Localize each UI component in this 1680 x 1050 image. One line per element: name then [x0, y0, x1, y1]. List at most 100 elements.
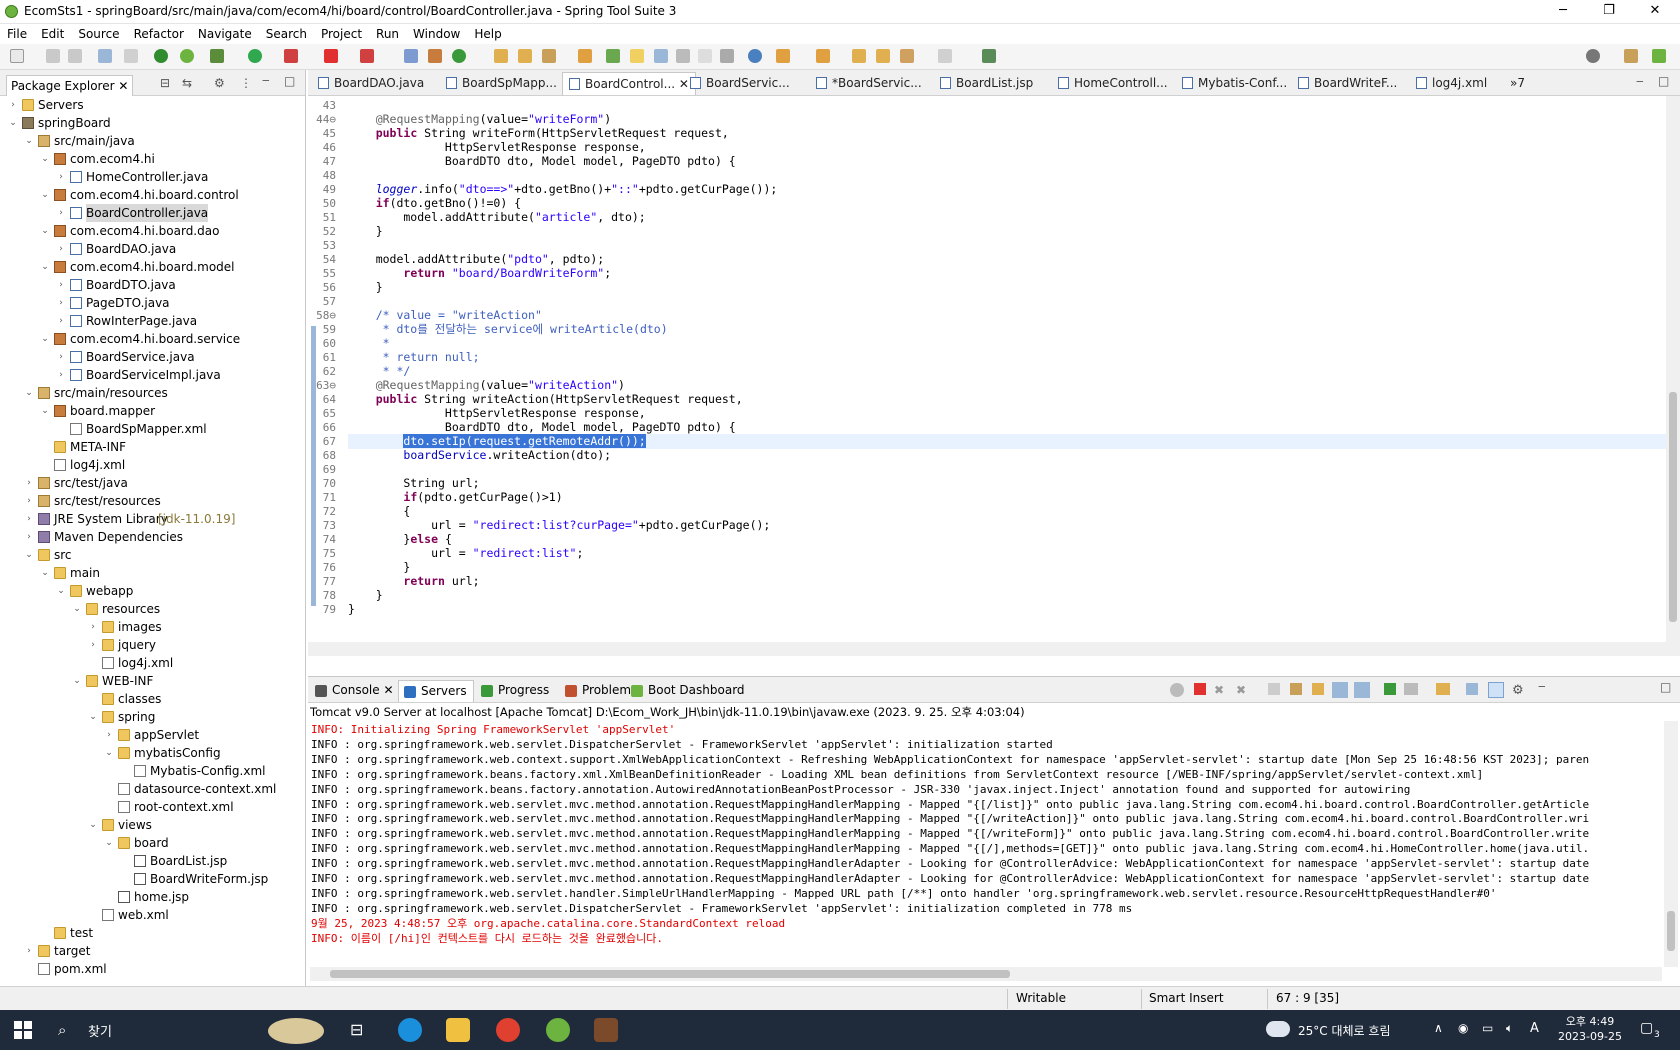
chevron-down-icon[interactable]: ⌄	[88, 816, 98, 834]
tree-item[interactable]: ⌄ com.ecom4.hi.board.control	[0, 186, 305, 204]
chevron-right-icon[interactable]: ›	[88, 618, 98, 636]
task-view-icon[interactable]: ⊟	[350, 1020, 363, 1039]
chevron-right-icon[interactable]: ›	[24, 492, 34, 510]
tree-item[interactable]: META-INF	[0, 438, 305, 456]
code-line[interactable]: }	[348, 224, 383, 239]
filters-icon[interactable]: ⚙	[214, 76, 225, 90]
tree-item[interactable]: ⌄ spring	[0, 708, 305, 726]
tree-item[interactable]: ⌄ WEB-INF	[0, 672, 305, 690]
chevron-right-icon[interactable]: ›	[56, 348, 66, 366]
tree-item[interactable]: Mybatis-Config.xml	[0, 762, 305, 780]
open-web-browser-icon[interactable]	[748, 49, 762, 63]
chrome-browser-icon[interactable]	[496, 1018, 520, 1042]
maximize-button[interactable]: ❐	[1586, 0, 1632, 24]
show-console-stdout-icon[interactable]	[1332, 682, 1348, 698]
tree-item[interactable]: ⌄ views	[0, 816, 305, 834]
tree-item[interactable]: ⌄ src/main/resources	[0, 384, 305, 402]
code-line[interactable]: * dto를 전달하는 service에 writeArticle(dto)	[348, 322, 668, 337]
tree-item[interactable]: BoardWriteForm.jsp	[0, 870, 305, 888]
console-tab-boot-dashboard[interactable]: Boot Dashboard	[626, 680, 751, 702]
editor-tab[interactable]: *BoardServic...	[810, 72, 930, 95]
tree-item[interactable]: ⌄ resources	[0, 600, 305, 618]
java-perspective-icon[interactable]	[1624, 49, 1638, 63]
file-explorer-icon[interactable]	[446, 1018, 470, 1042]
clock-time[interactable]: 오후 4:49	[1560, 1013, 1620, 1029]
camera-icon[interactable]: ◉	[1458, 1021, 1468, 1035]
editor-tab[interactable]: BoardSpMapp...	[440, 72, 565, 95]
chevron-down-icon[interactable]: ⌄	[40, 564, 50, 582]
tree-item[interactable]: › BoardDTO.java	[0, 276, 305, 294]
tree-item[interactable]: log4j.xml	[0, 654, 305, 672]
forward-history-icon[interactable]	[876, 49, 890, 63]
code-line[interactable]: model.addAttribute("article", dto);	[348, 210, 645, 225]
editor-horizontal-scrollbar[interactable]	[308, 642, 1666, 656]
editor-tab[interactable]: BoardControl... ✕	[562, 72, 696, 95]
menu-window[interactable]: Window	[406, 24, 467, 44]
console-horizontal-scrollbar[interactable]	[310, 967, 1662, 981]
console-scroll-thumb[interactable]	[1667, 911, 1675, 951]
tree-item[interactable]: pom.xml	[0, 960, 305, 978]
java-code-editor[interactable]: 43 44⊖ 45 46 47 48 49 50 51 52 53 54 55 56 57 58⊖ 59 60 61…	[308, 96, 1666, 656]
chevron-right-icon[interactable]: ›	[24, 510, 34, 528]
forward-icon[interactable]	[938, 49, 952, 63]
editor-tab[interactable]: »7	[1504, 72, 1533, 95]
next-annotation-icon[interactable]	[776, 49, 790, 63]
code-line[interactable]: HttpServletResponse response,	[348, 406, 646, 421]
tree-item[interactable]: ⌄ main	[0, 564, 305, 582]
tree-item[interactable]: log4j.xml	[0, 456, 305, 474]
editor-tab[interactable]: log4j.xml	[1410, 72, 1495, 95]
collapse-all-icon[interactable]: ⊟	[160, 76, 170, 90]
terminal-icon[interactable]	[98, 49, 112, 63]
view-menu-icon[interactable]: ⋮	[240, 76, 252, 90]
editor-tab[interactable]: BoardDAO.java	[312, 72, 432, 95]
chevron-right-icon[interactable]: ›	[8, 96, 18, 114]
weather-text[interactable]: 25°C 대체로 흐림	[1298, 1022, 1390, 1039]
debug-icon[interactable]	[210, 49, 224, 63]
code-line[interactable]: HttpServletResponse response,	[348, 140, 646, 155]
scroll-lock-icon[interactable]	[1290, 683, 1302, 695]
remove-all-terminated-icon[interactable]: ✖	[1236, 683, 1246, 697]
tree-item[interactable]: › BoardService.java	[0, 348, 305, 366]
boot-run-icon[interactable]	[154, 49, 168, 63]
tree-item[interactable]: › PageDTO.java	[0, 294, 305, 312]
editor-tab[interactable]: Mybatis-Conf...	[1176, 72, 1295, 95]
code-line[interactable]: boardService.writeAction(dto);	[348, 448, 611, 463]
chevron-right-icon[interactable]: ›	[24, 942, 34, 960]
tree-item[interactable]: BoardSpMapper.xml	[0, 420, 305, 438]
chevron-right-icon[interactable]: ›	[56, 276, 66, 294]
previous-annotation-icon[interactable]	[816, 49, 830, 63]
chevron-down-icon[interactable]: ⌄	[104, 834, 114, 852]
chevron-down-icon[interactable]: ⌄	[104, 744, 114, 762]
word-wrap-icon[interactable]	[676, 49, 690, 63]
tree-item[interactable]: › src/test/resources	[0, 492, 305, 510]
code-line[interactable]: public String writeForm(HttpServletReque…	[348, 126, 729, 141]
tree-item[interactable]: › HomeController.java	[0, 168, 305, 186]
code-line[interactable]: @RequestMapping(value="writeAction")	[348, 378, 625, 393]
pin-console-icon[interactable]	[1384, 683, 1396, 695]
new-icon[interactable]	[10, 49, 24, 63]
close-icon[interactable]: ✕	[118, 79, 128, 93]
code-line[interactable]: @RequestMapping(value="writeForm")	[348, 112, 611, 127]
chevron-right-icon[interactable]: ›	[88, 636, 98, 654]
code-line[interactable]: url = "redirect:list";	[348, 546, 583, 561]
tree-item[interactable]: root-context.xml	[0, 798, 305, 816]
menu-navigate[interactable]: Navigate	[191, 24, 259, 44]
back-icon[interactable]	[900, 49, 914, 63]
tree-item[interactable]: › src/test/java	[0, 474, 305, 492]
link-console-icon[interactable]	[1170, 683, 1184, 697]
chevron-down-icon[interactable]: ⌄	[24, 132, 34, 150]
open-type-icon[interactable]	[494, 49, 508, 63]
editor-scroll-thumb[interactable]	[1669, 392, 1677, 622]
new-class-icon[interactable]	[452, 49, 466, 63]
menu-project[interactable]: Project	[314, 24, 369, 44]
chevron-down-icon[interactable]: ⌄	[8, 114, 18, 132]
tree-item[interactable]: test	[0, 924, 305, 942]
chevron-down-icon[interactable]: ⌄	[40, 222, 50, 240]
console-tab-console[interactable]: Console ✕	[310, 680, 400, 702]
console-view-icon[interactable]	[1466, 683, 1478, 695]
external-tools-icon[interactable]	[360, 49, 374, 63]
tree-item[interactable]: › BoardServiceImpl.java	[0, 366, 305, 384]
chevron-down-icon[interactable]: ⌄	[24, 384, 34, 402]
last-edit-icon[interactable]	[852, 49, 866, 63]
spring-perspective-icon[interactable]	[1652, 49, 1666, 63]
